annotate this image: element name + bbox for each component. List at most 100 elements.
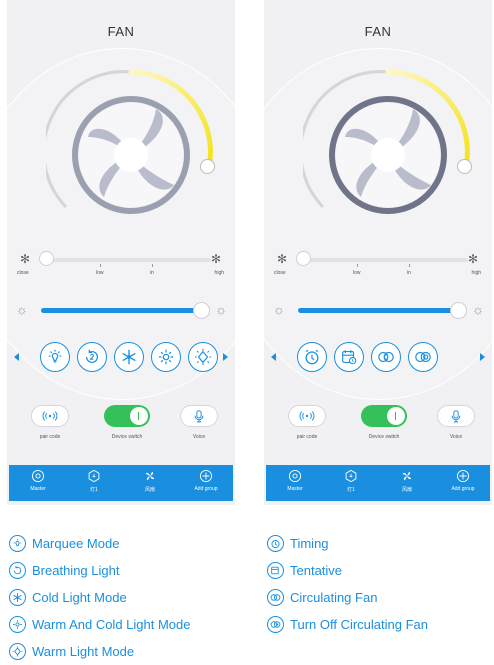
- tab-master[interactable]: Master: [270, 469, 320, 492]
- fan-dial[interactable]: [46, 67, 216, 237]
- legend-label: Cold Light Mode: [32, 590, 127, 605]
- turn-off-circulating-fan-icon: [415, 351, 431, 363]
- brightness-knob[interactable]: [450, 302, 467, 319]
- dial-knob[interactable]: [200, 159, 215, 174]
- voice-button[interactable]: [437, 405, 475, 427]
- fan-icon: [402, 471, 412, 481]
- timing-button[interactable]: [297, 342, 327, 372]
- brightness-knob[interactable]: [193, 302, 210, 319]
- tab-label: 风扇: [401, 487, 412, 493]
- device-switch-label: Device switch: [111, 434, 143, 440]
- speed-tick-label: low: [96, 270, 104, 276]
- tab-fan[interactable]: 风扇: [125, 469, 175, 493]
- tab-label: 灯1: [347, 487, 355, 493]
- tab-label: Add group: [451, 486, 475, 492]
- legend-item: Marquee Mode: [9, 530, 190, 557]
- turn-off-circulating-fan-button[interactable]: [408, 342, 438, 372]
- prev-arrow-icon[interactable]: [14, 353, 19, 361]
- legend-item: Cold Light Mode: [9, 584, 190, 611]
- dial-knob[interactable]: [457, 159, 472, 174]
- circulating-fan-button[interactable]: [371, 342, 401, 372]
- right-phone-screen: FAN ✻ close low in ✻ high ☼ ☼ pair code …: [264, 0, 492, 505]
- fan-off-icon: ✻: [19, 252, 31, 266]
- speed-knob[interactable]: [39, 251, 54, 266]
- voice-button[interactable]: [180, 405, 218, 427]
- tab-light-1[interactable]: 灯1: [326, 469, 376, 493]
- speed-tick-label: in: [150, 270, 154, 276]
- cold-light-mode-button[interactable]: [114, 342, 144, 372]
- legend-item: Circulating Fan: [267, 584, 428, 611]
- tick: [409, 264, 410, 267]
- fan-speed-slider[interactable]: ✻ close low in ✻ high: [7, 248, 235, 288]
- legend-label: Breathing Light: [32, 563, 120, 578]
- tab-add-group[interactable]: Add group: [181, 469, 231, 492]
- tick: [152, 264, 153, 267]
- tab-label: Master: [287, 486, 303, 492]
- legend-item: Breathing Light: [9, 557, 190, 584]
- speed-tick-label: low: [353, 270, 361, 276]
- tab-master[interactable]: Master: [13, 469, 63, 492]
- legend-item: Turn Off Circulating Fan: [267, 611, 428, 638]
- fan-high-icon: ✻: [467, 252, 479, 266]
- next-arrow-icon[interactable]: [480, 353, 485, 361]
- warm-light-mode-icon: [12, 646, 23, 657]
- warm-and-cold-light-mode-button[interactable]: [151, 342, 181, 372]
- microphone-icon: [451, 409, 461, 422]
- next-arrow-icon[interactable]: [223, 353, 228, 361]
- microphone-icon: [194, 409, 204, 422]
- legend-label: Warm And Cold Light Mode: [32, 617, 191, 632]
- brightness-slider[interactable]: ☼ ☼: [7, 300, 235, 322]
- speed-knob[interactable]: [296, 251, 311, 266]
- brightness-high-icon: ☼: [472, 302, 484, 317]
- pair-code-button[interactable]: [288, 405, 326, 427]
- speed-track[interactable]: [298, 258, 468, 262]
- brightness-high-icon: ☼: [215, 302, 227, 317]
- hexagon-icon: [88, 469, 100, 483]
- breathing-light-icon: [13, 566, 22, 575]
- control-row: pair code Device switch Voice: [7, 405, 235, 445]
- circulating-fan-icon: [270, 594, 281, 601]
- pair-code-label: pair code: [39, 434, 61, 440]
- page-title: FAN: [107, 24, 135, 39]
- pair-code-button[interactable]: [31, 405, 69, 427]
- breathing-light-button[interactable]: [77, 342, 107, 372]
- tab-light-1[interactable]: 灯1: [69, 469, 119, 493]
- voice-label: Voice: [192, 434, 206, 440]
- master-icon: [288, 469, 302, 483]
- fan-off-icon: ✻: [276, 252, 288, 266]
- warm-and-cold-light-mode-icon: [13, 620, 22, 629]
- timing-icon: [305, 349, 319, 365]
- brightness-slider[interactable]: ☼ ☼: [264, 300, 492, 322]
- device-switch-toggle[interactable]: [104, 405, 150, 427]
- tentative-icon: [271, 566, 279, 575]
- device-switch-toggle[interactable]: [361, 405, 407, 427]
- right-legend: Timing Tentative Circulating Fan Turn Of…: [267, 530, 428, 638]
- speed-track[interactable]: [41, 258, 211, 262]
- brightness-track[interactable]: [41, 308, 205, 313]
- hexagon-icon: [345, 469, 357, 483]
- tick: [100, 264, 101, 267]
- control-row: pair code Device switch Voice: [264, 405, 492, 445]
- device-switch-label: Device switch: [368, 434, 400, 440]
- tab-fan[interactable]: 风扇: [382, 469, 432, 493]
- legend-label: Tentative: [290, 563, 343, 578]
- fan-dial[interactable]: [303, 67, 473, 237]
- add-group-icon: [456, 469, 470, 483]
- left-legend: Marquee Mode Breathing Light Cold Light …: [9, 530, 190, 665]
- fan-speed-slider[interactable]: ✻ close low in ✻ high: [264, 248, 492, 288]
- tab-add-group[interactable]: Add group: [438, 469, 488, 492]
- legend-label: Turn Off Circulating Fan: [290, 617, 428, 632]
- master-icon: [31, 469, 45, 483]
- tentative-button[interactable]: [334, 342, 364, 372]
- marquee-mode-button[interactable]: [40, 342, 70, 372]
- brightness-low-icon: ☼: [16, 302, 28, 317]
- speed-close-label: close: [274, 270, 286, 276]
- legend-item: Timing: [267, 530, 428, 557]
- pair-signal-icon: [42, 411, 58, 421]
- warm-light-mode-button[interactable]: [188, 342, 218, 372]
- prev-arrow-icon[interactable]: [271, 353, 276, 361]
- cold-light-mode-icon: [122, 349, 136, 365]
- tab-label: 灯1: [90, 487, 98, 493]
- brightness-track[interactable]: [298, 308, 462, 313]
- bottom-tab-bar: Master 灯1 风扇 Add group: [266, 465, 490, 501]
